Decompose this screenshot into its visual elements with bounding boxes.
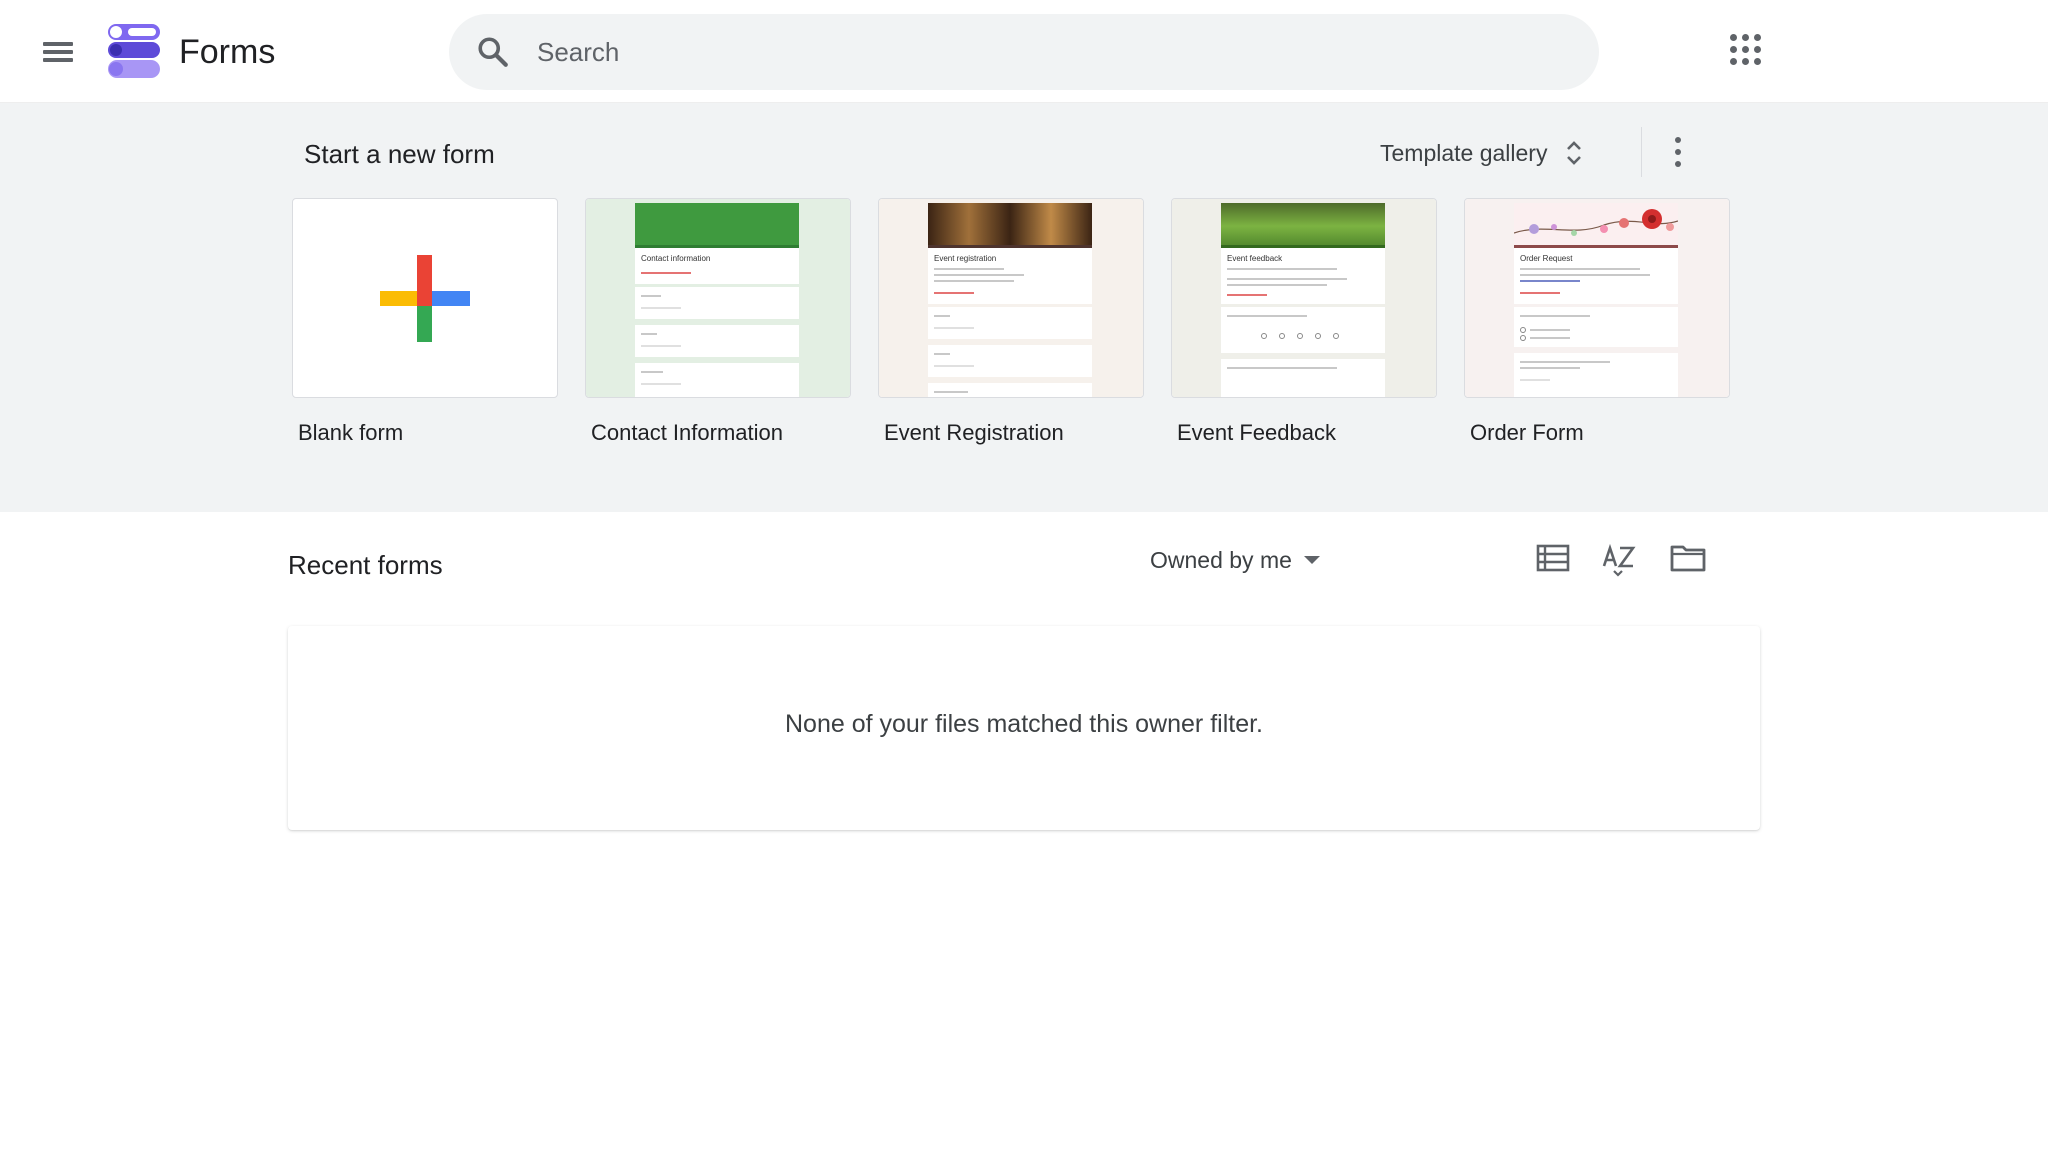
preview-title: Order Request: [1520, 254, 1573, 263]
main-menu-button[interactable]: [38, 32, 78, 72]
apps-dot: [1730, 34, 1737, 41]
template-label: Blank form: [298, 420, 404, 445]
template-card-event-feedback[interactable]: Event feedback Event Feedback: [1171, 198, 1437, 445]
template-thumbnail[interactable]: Order Request: [1464, 198, 1730, 398]
owner-filter-dropdown[interactable]: Owned by me: [1150, 540, 1320, 580]
search-icon[interactable]: [475, 34, 511, 70]
template-gallery-label: Template gallery: [1380, 139, 1548, 166]
app-header: Forms: [0, 0, 2048, 103]
template-gallery-button[interactable]: Template gallery: [1380, 127, 1585, 179]
more-options-button[interactable]: [1660, 131, 1696, 173]
empty-state-message: None of your files matched this owner fi…: [784, 710, 1263, 738]
preview-header-image: [928, 203, 1092, 245]
preview-question: [1514, 307, 1678, 347]
preview-question: [928, 383, 1092, 397]
apps-dot: [1730, 58, 1737, 65]
preview-question: [635, 287, 799, 319]
preview-header-image: [1513, 203, 1679, 245]
template-thumbnail[interactable]: Event feedback: [1171, 198, 1437, 398]
apps-dot: [1754, 46, 1761, 53]
forms-logo-icon: [108, 24, 160, 78]
preview-question: [635, 325, 799, 357]
preview-title-panel: Order Request: [1514, 245, 1678, 304]
preview-question: [928, 345, 1092, 377]
template-thumbnail[interactable]: [292, 198, 558, 398]
recent-forms-list: None of your files matched this owner fi…: [288, 626, 1760, 830]
apps-dot: [1742, 34, 1749, 41]
preview-header-image: [1221, 203, 1385, 245]
preview-title-panel: Contact information: [635, 245, 799, 284]
template-label: Order Form: [1470, 420, 1584, 445]
template-label: Event Feedback: [1177, 420, 1336, 445]
template-card-contact-information[interactable]: Contact information Contact Information: [585, 198, 851, 445]
preview-title: Event feedback: [1227, 254, 1283, 263]
unfold-icon: [1567, 141, 1582, 165]
start-new-form-heading: Start a new form: [304, 139, 495, 169]
preview-required-note: [641, 272, 691, 274]
sort-az-icon[interactable]: [1600, 538, 1640, 578]
search-input[interactable]: [537, 14, 1567, 90]
owner-filter-label: Owned by me: [1150, 546, 1292, 573]
preview-question: [928, 307, 1092, 339]
floral-header-icon: [1513, 209, 1679, 236]
recent-forms-heading: Recent forms: [288, 550, 443, 580]
apps-dot: [1742, 58, 1749, 65]
more-icon-dot: [1675, 161, 1681, 167]
folder-icon[interactable]: [1668, 538, 1708, 578]
template-thumbnail[interactable]: Event registration: [878, 198, 1144, 398]
apps-dot: [1754, 34, 1761, 41]
search-bar: [449, 14, 1599, 90]
preview-question: [635, 363, 799, 397]
preview-question: [1221, 307, 1385, 353]
more-icon-dot: [1675, 149, 1681, 155]
template-card-event-registration[interactable]: Event registration Event Registration: [878, 198, 1144, 445]
menu-icon-bar: [43, 58, 73, 62]
preview-question: [1221, 359, 1385, 397]
template-card-order-form[interactable]: Order Request Order Form: [1464, 198, 1730, 445]
preview-title: Event registration: [934, 254, 997, 263]
dropdown-caret-icon: [1303, 556, 1320, 564]
template-label: Contact Information: [591, 420, 783, 445]
plus-icon: [380, 255, 470, 342]
apps-dot: [1730, 46, 1737, 53]
list-view-icon[interactable]: [1533, 538, 1573, 578]
menu-icon-bar: [43, 42, 73, 46]
preview-question: [1514, 353, 1678, 397]
apps-dot: [1754, 58, 1761, 65]
google-apps-button[interactable]: [1726, 30, 1766, 70]
apps-dot: [1742, 46, 1749, 53]
menu-icon-bar: [43, 50, 73, 54]
template-section: Start a new form Template gallery Blank …: [0, 103, 2048, 512]
preview-header-image: [635, 203, 799, 245]
preview-title-panel: Event registration: [928, 245, 1092, 304]
app-title: Forms: [179, 33, 276, 71]
more-icon-dot: [1675, 137, 1681, 143]
preview-title: Contact information: [641, 254, 711, 263]
preview-title-panel: Event feedback: [1221, 245, 1385, 304]
template-thumbnail[interactable]: Contact information: [585, 198, 851, 398]
template-label: Event Registration: [884, 420, 1064, 445]
template-card-blank[interactable]: Blank form: [292, 198, 558, 445]
divider: [1641, 127, 1642, 177]
